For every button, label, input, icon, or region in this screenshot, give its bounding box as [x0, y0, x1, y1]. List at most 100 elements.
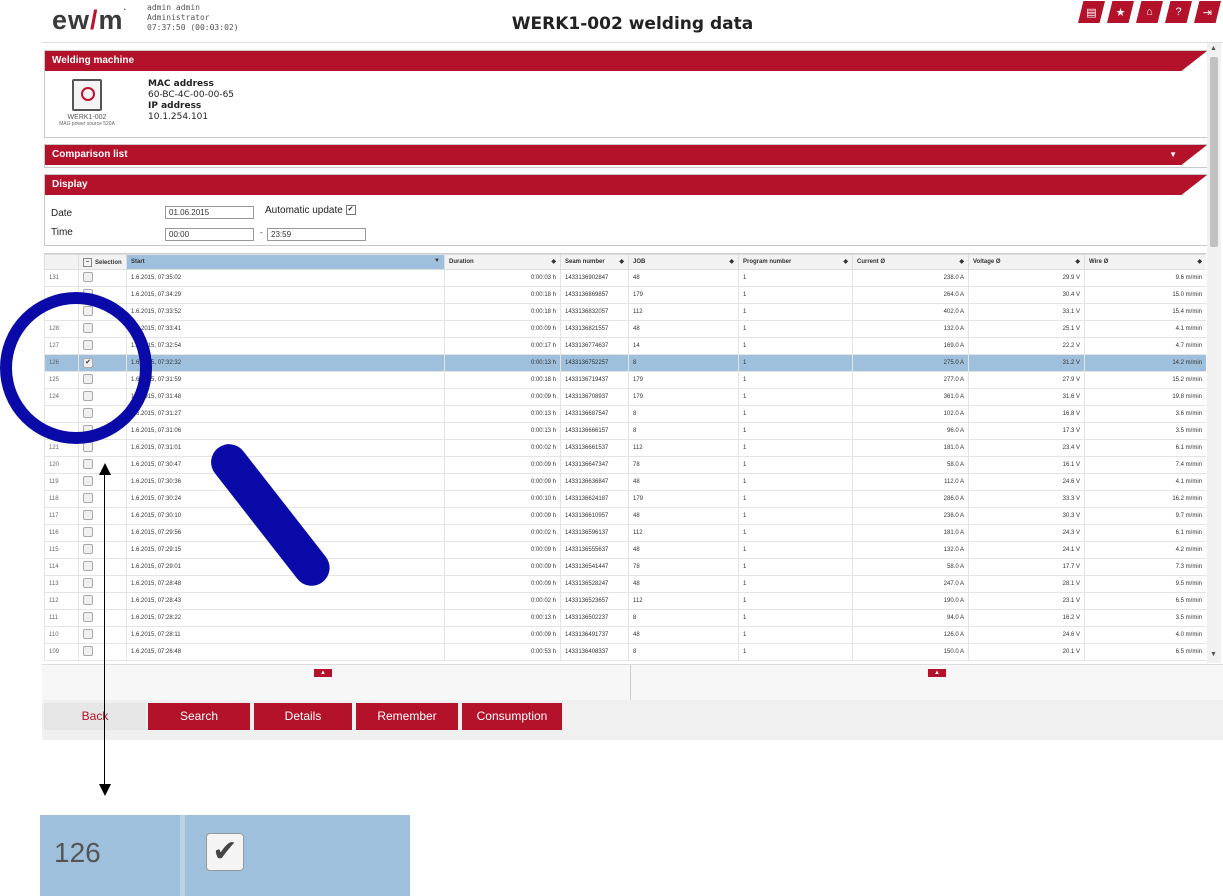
- sort-icon[interactable]: ◆: [959, 258, 964, 265]
- table-row[interactable]: 110 1.6.2015, 07:28:11 0:00:09 h 1433136491…: [44, 626, 1206, 644]
- sort-icon[interactable]: ◆: [551, 258, 556, 265]
- app-window: ew/m· admin admin Administrator 07:37:50…: [42, 0, 1223, 740]
- arrow-down-icon: [99, 784, 111, 796]
- row-checkbox[interactable]: [83, 561, 93, 571]
- sort-icon[interactable]: ◆: [1075, 258, 1080, 265]
- welding-machine-header[interactable]: Welding machine: [45, 51, 1207, 71]
- scrollbar-thumb[interactable]: [1210, 57, 1218, 247]
- sort-icon[interactable]: ◆: [729, 258, 734, 265]
- table-row[interactable]: 127 1.6.2015, 07:32:54 0:00:17 h 1433136774…: [44, 337, 1206, 355]
- table-row[interactable]: 113 1.6.2015, 07:28:48 0:00:09 h 1433136528…: [44, 575, 1206, 593]
- date-input[interactable]: 01.06.2015: [165, 206, 254, 219]
- back-button[interactable]: Back: [44, 703, 146, 730]
- row-checkbox[interactable]: [83, 493, 93, 503]
- table-row[interactable]: 1.6.2015, 07:34:29 0:00:18 h 1433136869857…: [44, 286, 1206, 304]
- job-cell: 8: [628, 422, 739, 440]
- row-number: 113: [44, 575, 79, 593]
- column-header-selection[interactable]: – Selection: [78, 254, 127, 270]
- table-row[interactable]: 118 1.6.2015, 07:30:24 0:00:10 h 1433136624…: [44, 490, 1206, 508]
- table-row[interactable]: 1.6.2015, 07:31:27 0:00:13 h 1433136687547…: [44, 405, 1206, 423]
- row-checkbox[interactable]: [83, 527, 93, 537]
- row-checkbox[interactable]: [83, 612, 93, 622]
- column-header-program-number[interactable]: Program number ◆: [738, 254, 853, 270]
- table-row[interactable]: 109 1.6.2015, 07:26:48 0:00:53 h 1433136408…: [44, 643, 1206, 661]
- table-row[interactable]: 117 1.6.2015, 07:30:10 0:00:09 h 1433136610…: [44, 507, 1206, 525]
- remember-button[interactable]: Remember: [356, 703, 458, 730]
- scroll-up-icon[interactable]: ▲: [1210, 45, 1217, 52]
- table-row[interactable]: 116 1.6.2015, 07:29:56 0:00:02 h 1433136596…: [44, 524, 1206, 542]
- automatic-update[interactable]: Automatic update ✔: [265, 205, 356, 216]
- row-checkbox[interactable]: [83, 544, 93, 554]
- wire-cell: 15.0 m/min: [1084, 286, 1206, 304]
- table-row[interactable]: 126 ✔ 1.6.2015, 07:32:32 0:00:13 h 143313675…: [44, 354, 1206, 372]
- details-button[interactable]: Details: [254, 703, 352, 730]
- current-cell: 58.0 A: [852, 558, 969, 576]
- exit-icon[interactable]: ⇥: [1194, 1, 1221, 23]
- scroll-down-icon[interactable]: ▼: [1210, 651, 1217, 658]
- program-number-cell: 1: [738, 405, 853, 423]
- expand-right-icon[interactable]: ▲: [928, 669, 946, 677]
- job-cell: 112: [628, 524, 739, 542]
- select-all-checkbox[interactable]: –: [83, 257, 92, 267]
- seam-number-cell: 1433136902847: [560, 269, 629, 287]
- start-cell: 1.6.2015, 07:28:48: [126, 575, 445, 593]
- table-row[interactable]: 114 1.6.2015, 07:29:01 0:00:09 h 1433136541…: [44, 558, 1206, 576]
- row-checkbox[interactable]: [83, 595, 93, 605]
- time-to-input[interactable]: 23:59: [267, 228, 366, 241]
- row-checkbox[interactable]: [83, 646, 93, 656]
- row-checkbox[interactable]: [83, 510, 93, 520]
- sort-down-icon[interactable]: ▼: [434, 258, 440, 264]
- wire-cell: 14.2 m/min: [1084, 354, 1206, 372]
- table-row[interactable]: 128 1.6.2015, 07:33:41 0:00:09 h 1433136821…: [44, 320, 1206, 338]
- voltage-cell: 17.7 V: [968, 558, 1085, 576]
- vertical-scrollbar[interactable]: ▲ ▼: [1207, 43, 1221, 663]
- automatic-update-checkbox[interactable]: ✔: [345, 205, 356, 216]
- search-button[interactable]: Search: [148, 703, 250, 730]
- chevron-down-icon[interactable]: ▼: [1169, 145, 1177, 165]
- expand-left-icon[interactable]: ▲: [314, 669, 332, 677]
- column-header-wire[interactable]: Wire Ø ◆: [1084, 254, 1206, 270]
- program-number-cell: 1: [738, 558, 853, 576]
- comparison-list-panel: Comparison list ▼: [44, 144, 1208, 168]
- wire-cell: 9.7 m/min: [1084, 507, 1206, 525]
- home-icon[interactable]: ⌂: [1136, 1, 1163, 23]
- user-name: admin admin: [147, 3, 200, 12]
- print-icon[interactable]: ▤: [1078, 1, 1105, 23]
- sort-icon[interactable]: ◆: [843, 258, 848, 265]
- table-row[interactable]: 112 1.6.2015, 07:28:43 0:00:02 h 1433136523…: [44, 592, 1206, 610]
- table-row[interactable]: 111 1.6.2015, 07:28:22 0:00:13 h 1433136502…: [44, 609, 1206, 627]
- consumption-button[interactable]: Consumption: [462, 703, 562, 730]
- program-number-cell: 1: [738, 269, 853, 287]
- zoomed-row-detail: 126 ✔: [40, 815, 410, 896]
- table-row[interactable]: 1.6.2015, 07:33:52 0:00:18 h 1433136832057…: [44, 303, 1206, 321]
- table-row[interactable]: 131 1.6.2015, 07:35:02 0:00:03 h 1433136902…: [44, 269, 1206, 287]
- wire-cell: 4.1 m/min: [1084, 320, 1206, 338]
- wire-cell: 9.5 m/min: [1084, 575, 1206, 593]
- column-header-seam-number[interactable]: Seam number ◆: [560, 254, 629, 270]
- row-checkbox[interactable]: [83, 272, 93, 282]
- row-checkbox[interactable]: [83, 459, 93, 469]
- table-row[interactable]: 124 1.6.2015, 07:31:48 0:00:09 h 1433136708…: [44, 388, 1206, 406]
- row-number: 120: [44, 456, 79, 474]
- column-header-current[interactable]: Current Ø ◆: [852, 254, 969, 270]
- time-from-input[interactable]: 00:00: [165, 228, 254, 241]
- column-header-voltage[interactable]: Voltage Ø ◆: [968, 254, 1085, 270]
- duration-cell: 0:00:09 h: [444, 473, 561, 491]
- column-header-duration[interactable]: Duration ◆: [444, 254, 561, 270]
- table-row[interactable]: 125 1.6.2015, 07:31:59 0:00:18 h 1433136719…: [44, 371, 1206, 389]
- sort-icon[interactable]: ◆: [1197, 258, 1202, 265]
- row-checkbox[interactable]: [83, 476, 93, 486]
- row-checkbox[interactable]: [83, 629, 93, 639]
- column-header-start[interactable]: Start ▼: [126, 254, 445, 270]
- display-header[interactable]: Display: [45, 175, 1207, 195]
- help-icon[interactable]: ?: [1165, 1, 1192, 23]
- sort-icon[interactable]: ◆: [619, 258, 624, 265]
- star-icon[interactable]: ★: [1107, 1, 1134, 23]
- comparison-list-header[interactable]: Comparison list ▼: [45, 145, 1207, 165]
- table-row[interactable]: 115 1.6.2015, 07:29:15 0:00:09 h 1433136555…: [44, 541, 1206, 559]
- table-row[interactable]: 1.6.2015, 07:31:06 0:00:13 h 1433136666157…: [44, 422, 1206, 440]
- duration-cell: 0:00:18 h: [444, 286, 561, 304]
- column-header-job[interactable]: JOB ◆: [628, 254, 739, 270]
- current-cell: 132.0 A: [852, 541, 969, 559]
- row-checkbox[interactable]: [83, 578, 93, 588]
